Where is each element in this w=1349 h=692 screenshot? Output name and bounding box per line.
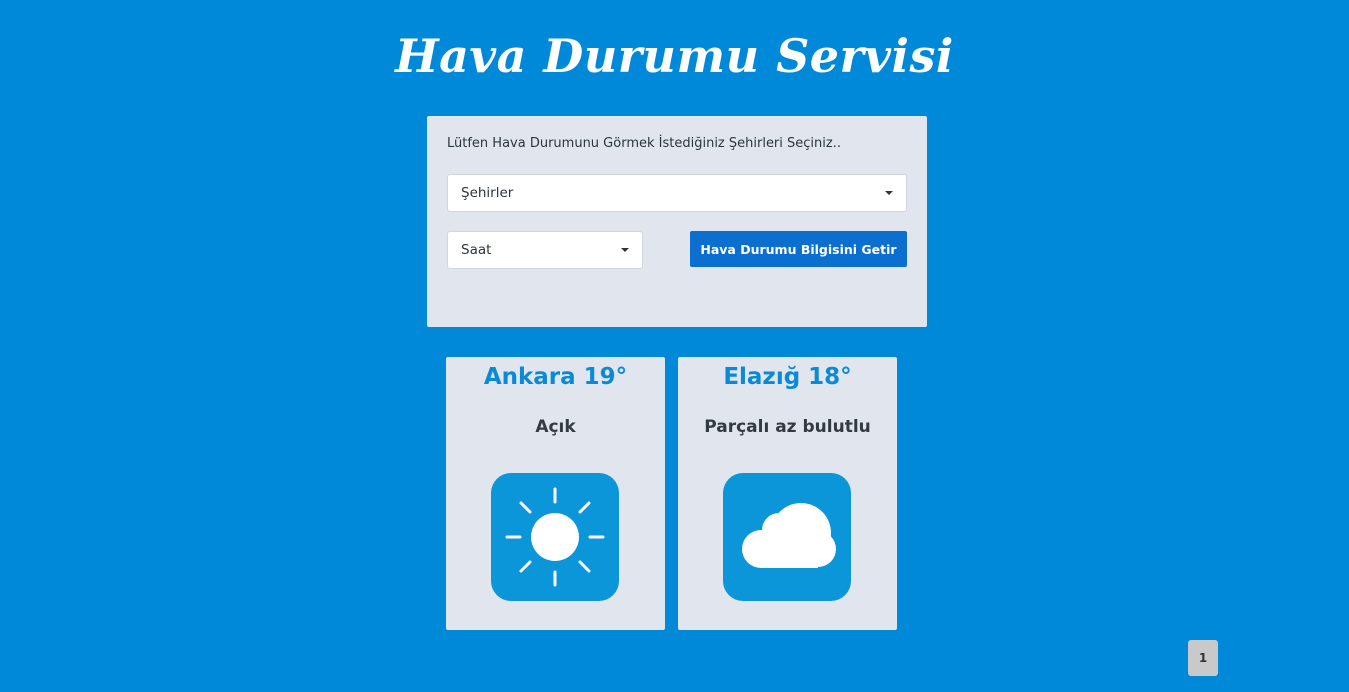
sun-icon bbox=[491, 473, 619, 601]
weather-card-elazig: Elazığ 18° Parçalı az bulutlu bbox=[678, 357, 897, 630]
hour-select-label: Saat bbox=[461, 242, 492, 258]
card-condition: Açık bbox=[535, 417, 576, 437]
page-title: Hava Durumu Servisi bbox=[395, 29, 954, 83]
hour-select-dropdown[interactable]: Saat bbox=[447, 231, 643, 269]
city-selection-panel: Lütfen Hava Durumunu Görmek İstediğiniz … bbox=[427, 116, 927, 327]
pagination-page-button[interactable]: 1 bbox=[1188, 640, 1218, 676]
weather-card-ankara: Ankara 19° Açık bbox=[446, 357, 665, 630]
cloud-icon bbox=[723, 473, 851, 601]
chevron-down-icon bbox=[885, 191, 893, 195]
city-select-dropdown[interactable]: Şehirler bbox=[447, 174, 907, 212]
card-condition: Parçalı az bulutlu bbox=[704, 417, 871, 437]
city-select-label: Şehirler bbox=[461, 185, 514, 201]
card-city-temperature: Elazığ 18° bbox=[723, 364, 852, 390]
get-weather-button[interactable]: Hava Durumu Bilgisini Getir bbox=[690, 231, 907, 267]
card-city-temperature: Ankara 19° bbox=[483, 364, 628, 390]
chevron-down-icon bbox=[621, 248, 629, 252]
selection-prompt: Lütfen Hava Durumunu Görmek İstediğiniz … bbox=[447, 136, 841, 151]
